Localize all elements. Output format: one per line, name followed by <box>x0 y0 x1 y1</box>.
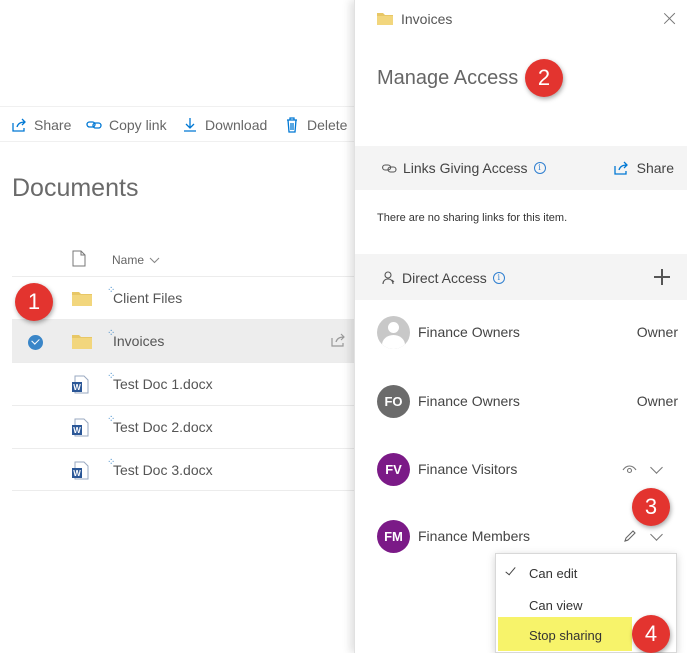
svg-text:W: W <box>73 469 81 478</box>
avatar: FO <box>377 385 410 418</box>
direct-section-header: Direct Access i <box>382 270 505 286</box>
share-icon <box>613 161 628 175</box>
menu-item-label: Stop sharing <box>529 628 602 643</box>
links-share-label: Share <box>636 160 674 176</box>
page-title: Documents <box>12 174 139 202</box>
add-access-icon[interactable] <box>654 269 670 285</box>
member-name: Finance Members <box>418 528 531 544</box>
list-item[interactable]: W ⁘ Test Doc 1.docx <box>12 362 354 405</box>
delete-command[interactable]: Delete <box>284 117 347 133</box>
svg-text:W: W <box>73 426 81 435</box>
eye-icon <box>622 465 637 474</box>
member-row[interactable]: FM Finance Members <box>377 520 677 554</box>
menu-item-label: Can view <box>529 598 583 613</box>
list-item[interactable]: W ⁘ Test Doc 2.docx <box>12 405 354 448</box>
direct-section-title: Direct Access <box>402 270 487 286</box>
checkmark-icon <box>505 564 516 576</box>
panel-item-header: Invoices <box>377 11 452 27</box>
callout-badge: 2 <box>525 59 563 97</box>
document-library: Share Copy link Download Delete Document… <box>0 0 354 653</box>
menu-item-can-edit[interactable]: Can edit <box>496 557 676 587</box>
panel-title: Manage Access <box>377 67 519 89</box>
member-row[interactable]: FO Finance Owners Owner <box>377 385 678 419</box>
list-item[interactable]: ⁘ Invoices <box>12 319 354 362</box>
member-name: Finance Visitors <box>418 461 518 477</box>
member-name: Finance Owners <box>418 324 520 340</box>
folder-icon <box>377 13 393 25</box>
links-giving-access-section: Links Giving Access i Share <box>355 146 687 190</box>
file-type-icon <box>72 250 86 267</box>
command-bar: Share Copy link Download Delete <box>0 106 354 142</box>
link-icon <box>86 121 102 129</box>
member-role: Owner <box>636 393 678 409</box>
person-icon <box>382 271 395 285</box>
copy-link-command[interactable]: Copy link <box>86 117 167 133</box>
avatar: FV <box>377 453 410 486</box>
item-name[interactable]: Invoices <box>113 333 164 349</box>
menu-item-label: Can edit <box>529 566 578 581</box>
download-label: Download <box>205 117 268 133</box>
item-name[interactable]: Test Doc 2.docx <box>113 419 213 435</box>
avatar: FM <box>377 520 410 553</box>
member-role: Owner <box>636 324 678 340</box>
direct-access-section: Direct Access i <box>355 254 687 300</box>
links-section-header: Links Giving Access i <box>382 160 546 176</box>
item-name[interactable]: Test Doc 3.docx <box>113 462 213 478</box>
share-icon[interactable] <box>330 333 346 348</box>
share-command[interactable]: Share <box>11 117 71 133</box>
column-header: Name <box>0 248 354 274</box>
download-icon <box>184 118 196 132</box>
panel-item-name: Invoices <box>401 11 453 27</box>
delete-label: Delete <box>307 117 348 133</box>
name-column-header[interactable]: Name <box>112 253 160 267</box>
member-row[interactable]: Finance Owners Owner <box>377 316 678 350</box>
word-doc-icon: W <box>72 461 89 480</box>
chevron-down-icon[interactable] <box>650 461 663 474</box>
info-icon[interactable]: i <box>533 162 546 174</box>
share-command-label: Share <box>34 117 72 133</box>
callout-badge: 4 <box>632 615 670 653</box>
links-share-button[interactable]: Share <box>613 160 674 176</box>
item-name[interactable]: Client Files <box>113 290 182 306</box>
folder-icon <box>72 292 92 306</box>
pencil-icon <box>624 530 636 542</box>
chevron-down-icon <box>149 257 160 263</box>
callout-badge: 1 <box>15 283 53 321</box>
list-item[interactable]: W ⁘ Test Doc 3.docx <box>12 448 354 491</box>
member-name: Finance Owners <box>418 393 520 409</box>
no-links-message: There are no sharing links for this item… <box>377 212 568 224</box>
member-row[interactable]: FV Finance Visitors <box>377 453 677 487</box>
list-item[interactable]: ⁘ Client Files <box>12 276 354 319</box>
links-section-title: Links Giving Access <box>403 160 528 176</box>
name-column-label: Name <box>112 253 145 267</box>
download-command[interactable]: Download <box>182 117 267 133</box>
folder-icon <box>72 335 92 349</box>
svg-text:W: W <box>73 383 81 392</box>
copy-link-label: Copy link <box>109 117 167 133</box>
chevron-down-icon[interactable] <box>650 528 663 541</box>
menu-item-stop-sharing[interactable]: Stop sharing <box>498 617 632 651</box>
share-icon <box>12 118 26 132</box>
avatar <box>377 316 410 349</box>
info-icon[interactable]: i <box>492 272 505 284</box>
word-doc-icon: W <box>72 375 89 394</box>
link-icon <box>382 163 397 173</box>
close-icon[interactable] <box>661 10 679 28</box>
callout-badge: 3 <box>632 488 670 526</box>
trash-icon <box>287 117 297 133</box>
selected-check-icon[interactable] <box>28 335 43 350</box>
item-name[interactable]: Test Doc 1.docx <box>113 376 213 392</box>
word-doc-icon: W <box>72 418 89 437</box>
